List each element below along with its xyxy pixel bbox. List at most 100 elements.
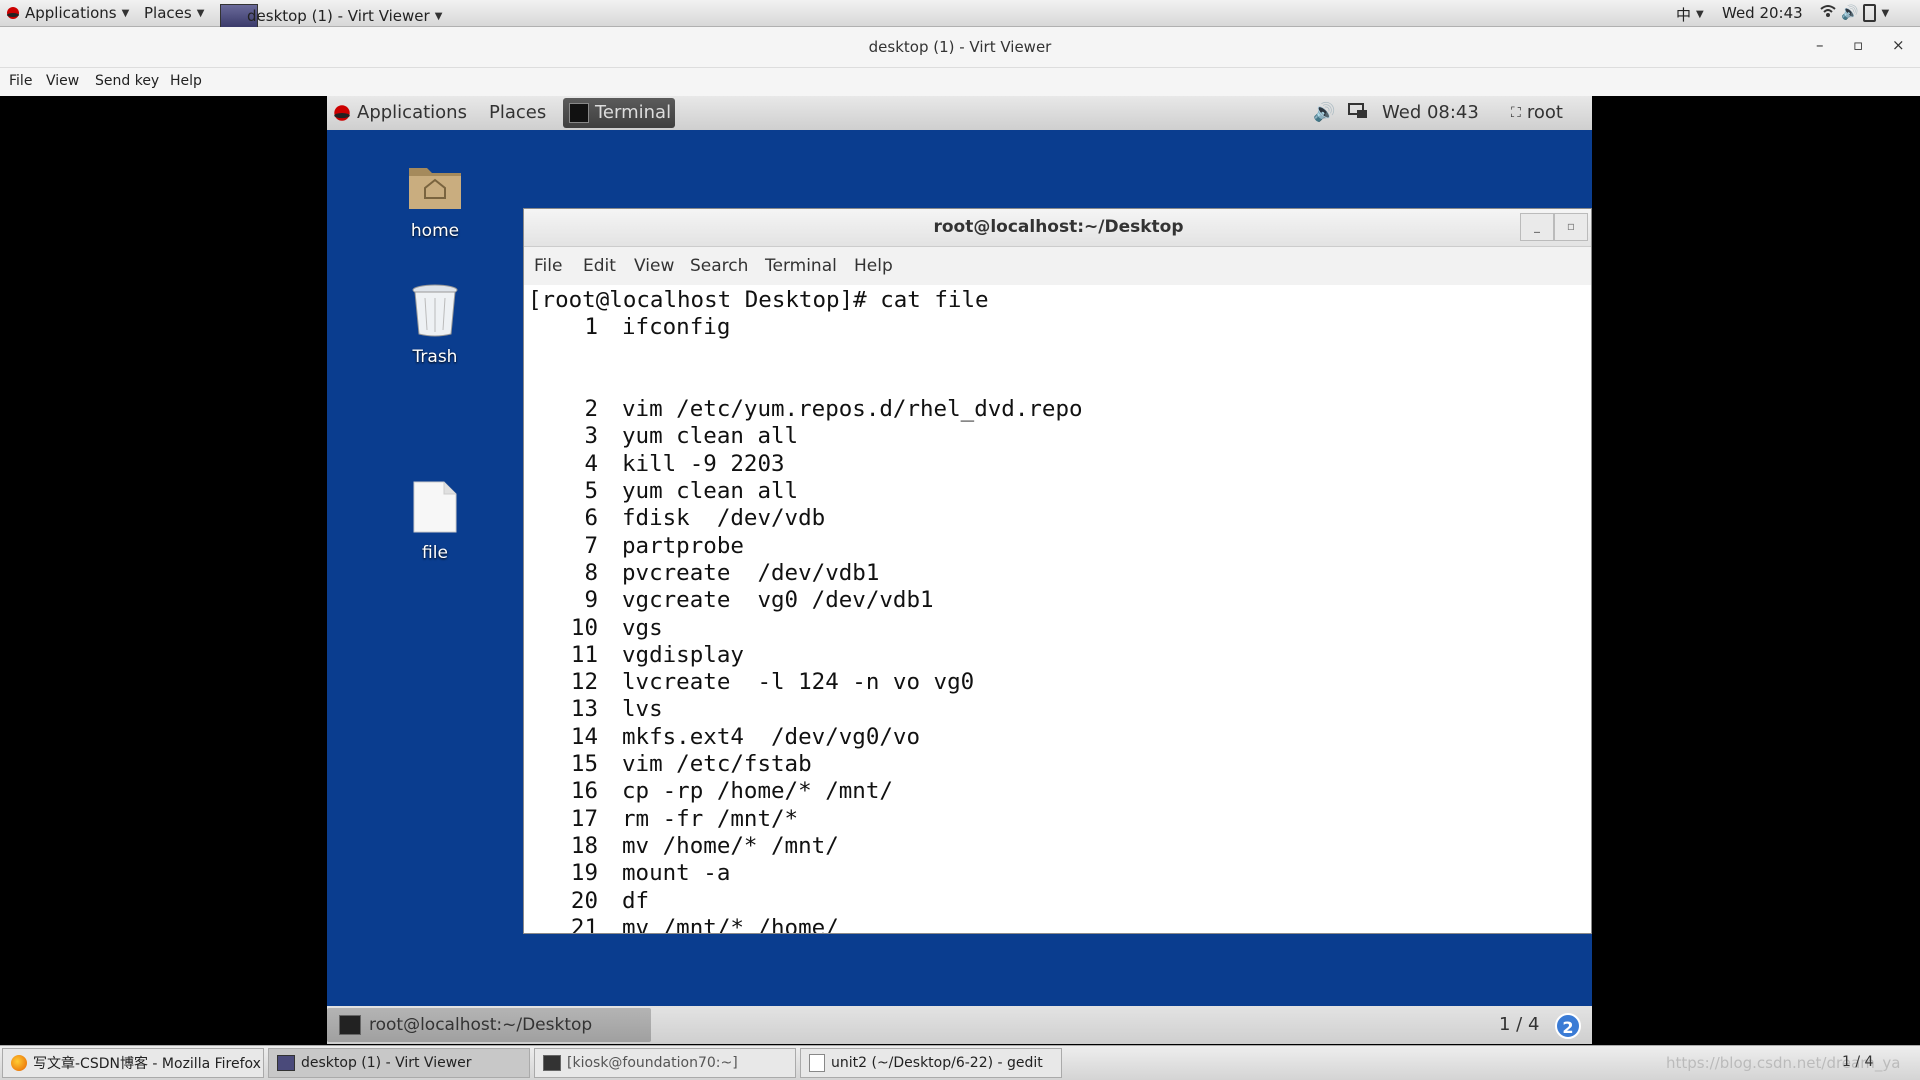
history-command: pvcreate /dev/vdb1 [622, 559, 880, 586]
terminal-window[interactable]: root@localhost:~/Desktop _ ▫ File Edit V… [523, 208, 1592, 934]
history-number: 7 [584, 532, 598, 559]
history-number: 5 [584, 478, 598, 505]
terminal-line: 18 mv /home/* /mnt/ [528, 833, 1591, 860]
terminal-icon [543, 1055, 561, 1071]
history-command: vgcreate vg0 /dev/vdb1 [622, 587, 934, 614]
guest-network-icon[interactable] [1348, 102, 1368, 120]
viewer-menu-help[interactable]: Help [170, 73, 202, 89]
history-command: vgs [622, 614, 663, 641]
chevron-down-icon: ▼ [196, 7, 205, 19]
terminal-lines: 1 ifconfig 2 vim /etc/yum.repos.d/rhel_dvd.… [528, 314, 1591, 933]
host-top-panel: Applications ▼ Places ▼ desktop (1) - Virt… [0, 0, 1920, 28]
host-status-area[interactable]: 🔊 ▼ [1820, 4, 1889, 22]
history-number: 14 [570, 723, 598, 750]
wifi-icon [1820, 4, 1836, 22]
history-number: 12 [570, 669, 598, 696]
history-number: 15 [570, 751, 598, 778]
terminal-menubar: File Edit View Search Terminal Help [524, 247, 1591, 285]
history-number: 2 [584, 396, 598, 423]
history-number: 11 [570, 641, 598, 668]
guest-taskbar-terminal[interactable]: root@localhost:~/Desktop [327, 1008, 651, 1042]
history-command: vim /etc/fstab [622, 751, 812, 778]
workspace-indicator[interactable]: 1 / 4 [1499, 1014, 1539, 1035]
taskbar-item-firefox[interactable]: 写文章-CSDN博客 - Mozilla Firefox [2, 1048, 264, 1078]
terminal-line: 9 vgcreate vg0 /dev/vdb1 [528, 587, 1591, 614]
host-workspace-pager[interactable]: 1 / 4 [1842, 1054, 1873, 1070]
terminal-line: 14 mkfs.ext4 /dev/vg0/vo [528, 724, 1591, 751]
terminal-line: 10 vgs [528, 615, 1591, 642]
guest-desktop[interactable]: Applications Places Terminal 🔊 Wed 08:43… [327, 96, 1592, 1044]
terminal-line: 4 kill -9 2203 [528, 451, 1591, 478]
notification-badge[interactable]: 2 [1555, 1013, 1581, 1039]
taskbar-item-terminal[interactable]: [kiosk@foundation70:~] [534, 1048, 796, 1078]
user-icon: ⛶ [1511, 104, 1521, 121]
host-clock[interactable]: Wed 20:43 [1722, 4, 1803, 22]
history-number: 18 [570, 832, 598, 859]
host-active-window-menu[interactable]: desktop (1) - Virt Viewer ▼ [220, 4, 442, 28]
terminal-icon [569, 102, 589, 123]
terminal-line: 5 yum clean all [528, 478, 1591, 505]
gedit-icon [809, 1054, 825, 1072]
viewer-menubar: File View Send key Help [0, 68, 1920, 96]
minimize-button[interactable]: – [1816, 36, 1824, 54]
history-number: 1 [584, 314, 598, 341]
terminal-minimize-button[interactable]: _ [1520, 213, 1554, 241]
viewer-menu-file[interactable]: File [9, 73, 32, 89]
history-command: vgdisplay [622, 641, 744, 668]
viewer-title: desktop (1) - Virt Viewer [868, 38, 1052, 56]
host-places-menu[interactable]: Places ▼ [144, 4, 204, 22]
guest-applications-menu[interactable]: Applications [333, 102, 467, 123]
close-button[interactable]: × [1892, 36, 1905, 54]
history-command: yum clean all [622, 478, 799, 505]
chevron-down-icon: ▼ [1881, 7, 1890, 19]
terminal-maximize-button[interactable]: ▫ [1554, 213, 1588, 241]
terminal-titlebar[interactable]: root@localhost:~/Desktop _ ▫ [524, 209, 1591, 247]
guest-clock[interactable]: Wed 08:43 [1382, 102, 1479, 123]
terminal-line: 16 cp -rp /home/* /mnt/ [528, 778, 1591, 805]
history-number: 4 [584, 450, 598, 477]
guest-places-menu[interactable]: Places [489, 102, 546, 123]
input-method-indicator[interactable]: 中 ▼ [1676, 4, 1704, 25]
guest-terminal-menu[interactable]: Terminal [569, 102, 671, 123]
terminal-menu-search[interactable]: Search [690, 256, 748, 276]
terminal-menu-file[interactable]: File [534, 256, 562, 276]
host-applications-menu[interactable]: Applications ▼ [6, 4, 129, 22]
history-number: 20 [570, 887, 598, 914]
terminal-line: 12 lvcreate -l 124 -n vo vg0 [528, 669, 1591, 696]
guest-user-menu[interactable]: ⛶ root [1511, 102, 1563, 123]
viewer-titlebar: desktop (1) - Virt Viewer – ▫ × [0, 27, 1920, 68]
chevron-down-icon: ▼ [1696, 9, 1704, 20]
history-command: lvs [622, 696, 663, 723]
file-icon [413, 481, 457, 533]
terminal-prompt-line: [root@localhost Desktop]# cat file [528, 287, 989, 313]
history-command: mv /mnt/* /home/ [622, 914, 839, 933]
desktop-icon-home[interactable]: home [395, 158, 475, 241]
terminal-menu-edit[interactable]: Edit [583, 256, 616, 276]
maximize-button[interactable]: ▫ [1853, 36, 1863, 54]
chevron-down-icon: ▼ [434, 10, 443, 22]
terminal-menu-terminal[interactable]: Terminal [765, 256, 837, 276]
history-command: vim /etc/yum.repos.d/rhel_dvd.repo [622, 396, 1083, 423]
taskbar-item-virt-viewer[interactable]: desktop (1) - Virt Viewer [268, 1048, 530, 1078]
desktop-icon-trash[interactable]: Trash [395, 282, 475, 367]
redhat-logo-icon [334, 104, 350, 121]
terminal-line: 8 pvcreate /dev/vdb1 [528, 560, 1591, 587]
history-number: 16 [570, 778, 598, 805]
viewer-menu-view[interactable]: View [46, 73, 79, 89]
history-command: yum clean all [622, 423, 799, 450]
history-number: 6 [584, 505, 598, 532]
terminal-line: 15 vim /etc/fstab [528, 751, 1591, 778]
desktop-icon-file[interactable]: file [395, 480, 475, 563]
firefox-icon [11, 1055, 27, 1071]
viewer-menu-send-key[interactable]: Send key [95, 73, 159, 89]
battery-icon [1863, 4, 1877, 22]
guest-volume-icon[interactable]: 🔊 [1313, 102, 1335, 123]
history-number: 3 [584, 423, 598, 450]
taskbar-item-gedit[interactable]: unit2 (~/Desktop/6-22) - gedit [800, 1048, 1062, 1078]
terminal-menu-help[interactable]: Help [854, 256, 893, 276]
terminal-line: 21 mv /mnt/* /home/ [528, 915, 1591, 933]
terminal-menu-view[interactable]: View [634, 256, 674, 276]
terminal-output[interactable]: [root@localhost Desktop]# cat file 1 ifco… [524, 284, 1591, 933]
